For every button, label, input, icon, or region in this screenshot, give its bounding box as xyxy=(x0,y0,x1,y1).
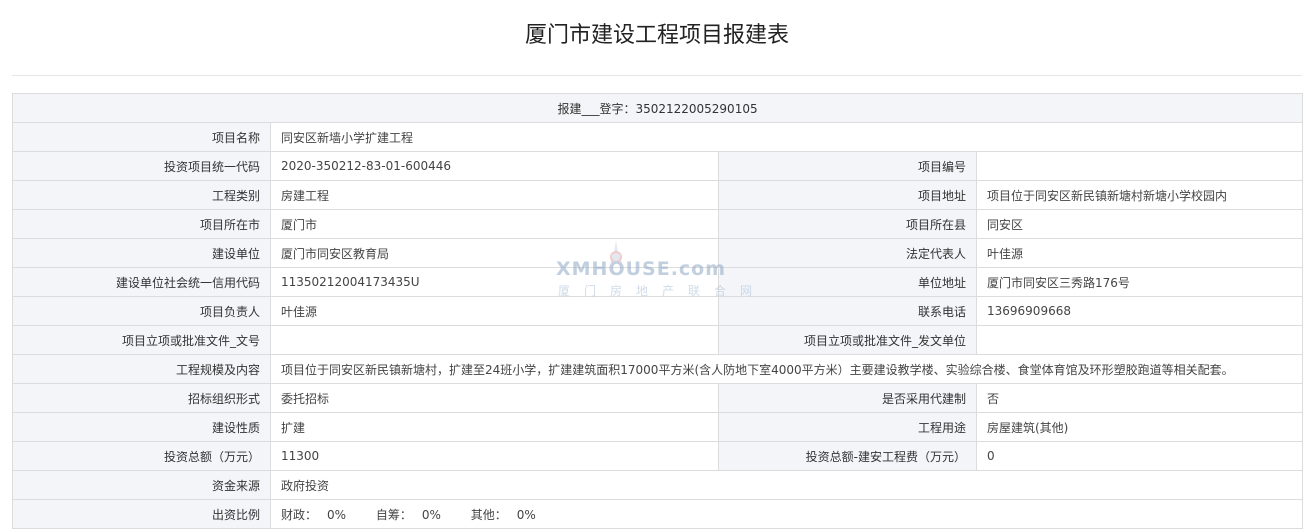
table-row: 项目所在市 厦门市 项目所在县 同安区 xyxy=(12,209,1304,239)
field-label: 单位地址 xyxy=(718,267,977,297)
page-title: 厦门市建设工程项目报建表 xyxy=(524,23,789,48)
ratio-finance: 财政： 0% xyxy=(281,507,347,522)
table-row: 报建___登字：3502122005290105 xyxy=(11,93,1304,123)
nature-value: 扩建 xyxy=(270,412,719,442)
scale-value: 项目位于同安区新民镇新塘村，扩建至24班小学，扩建建筑面积17000平方米(含人… xyxy=(269,354,1304,384)
legal-rep-value: 叶佳源 xyxy=(975,238,1304,268)
approval-issuer-value xyxy=(975,325,1304,355)
credit-code-value: 11350212004173435U xyxy=(270,267,719,297)
bid-form-value: 委托招标 xyxy=(270,383,719,413)
table-row: 工程类别 房建工程 项目地址 项目位于同安区新民镇新塘村新塘小学校园内 xyxy=(12,180,1304,210)
field-label: 建设单位 xyxy=(12,238,271,268)
field-label: 项目编号 xyxy=(718,151,977,181)
approval-doc-no-value xyxy=(270,325,719,355)
funding-ratio-value: 财政： 0% 自筹： 0% 其他： 0% xyxy=(269,499,1304,529)
table-row: 出资比例 财政： 0% 自筹： 0% 其他： 0% xyxy=(12,499,1304,529)
field-label: 联系电话 xyxy=(718,296,977,326)
agent-system-value: 否 xyxy=(975,383,1304,413)
manager-value: 叶佳源 xyxy=(270,296,719,326)
field-label: 工程类别 xyxy=(12,180,271,210)
table-row: 项目负责人 叶佳源 联系电话 13696909668 xyxy=(12,296,1304,326)
project-category-value: 房建工程 xyxy=(270,180,719,210)
project-address-value: 项目位于同安区新民镇新塘村新塘小学校园内 xyxy=(975,180,1304,210)
field-label: 项目名称 xyxy=(12,122,271,152)
county-value: 同安区 xyxy=(975,209,1304,239)
field-label: 建设单位社会统一信用代码 xyxy=(12,267,271,297)
field-label: 项目负责人 xyxy=(12,296,271,326)
table-row: 建设单位 厦门市同安区教育局 法定代表人 叶佳源 xyxy=(12,238,1304,268)
field-label: 工程规模及内容 xyxy=(12,354,271,384)
ratio-other: 其他： 0% xyxy=(470,507,536,522)
project-name-value: 同安区新墙小学扩建工程 xyxy=(269,122,1304,152)
field-label: 工程用途 xyxy=(718,412,977,442)
field-label: 项目所在县 xyxy=(718,209,977,239)
city-value: 厦门市 xyxy=(270,209,719,239)
ratio-self-raised: 自筹： 0% xyxy=(375,507,441,522)
field-label: 建设性质 xyxy=(12,412,271,442)
table-row: 资金来源 政府投资 xyxy=(12,470,1304,500)
registration-form-table: 报建___登字：3502122005290105 项目名称 同安区新墙小学扩建工… xyxy=(11,93,1304,529)
fund-source-value: 政府投资 xyxy=(269,470,1304,500)
phone-value: 13696909668 xyxy=(975,296,1304,326)
registration-number: 报建___登字：3502122005290105 xyxy=(11,93,1304,123)
project-number-value xyxy=(975,151,1304,181)
table-row: 项目立项或批准文件_文号 项目立项或批准文件_发文单位 xyxy=(12,325,1304,355)
table-row: 工程规模及内容 项目位于同安区新民镇新塘村，扩建至24班小学，扩建建筑面积170… xyxy=(12,354,1304,384)
unit-address-value: 厦门市同安区三秀路176号 xyxy=(975,267,1304,297)
investment-code-value: 2020-350212-83-01-600446 xyxy=(270,151,719,181)
field-label: 法定代表人 xyxy=(718,238,977,268)
field-label: 项目地址 xyxy=(718,180,977,210)
table-row: 建设性质 扩建 工程用途 房屋建筑(其他) xyxy=(12,412,1304,442)
total-investment-value: 11300 xyxy=(270,441,719,471)
field-label: 项目所在市 xyxy=(12,209,271,239)
field-label: 投资总额-建安工程费（万元） xyxy=(718,441,977,471)
field-label: 投资项目统一代码 xyxy=(12,151,271,181)
field-label: 投资总额（万元） xyxy=(12,441,271,471)
field-label: 项目立项或批准文件_文号 xyxy=(12,325,271,355)
table-row: 投资项目统一代码 2020-350212-83-01-600446 项目编号 xyxy=(12,151,1304,181)
title-divider xyxy=(12,75,1302,76)
table-row: 投资总额（万元） 11300 投资总额-建安工程费（万元） 0 xyxy=(12,441,1304,471)
table-row: 招标组织形式 委托招标 是否采用代建制 否 xyxy=(12,383,1304,413)
construction-cost-value: 0 xyxy=(975,441,1304,471)
field-label: 出资比例 xyxy=(12,499,271,529)
field-label: 是否采用代建制 xyxy=(718,383,977,413)
field-label: 项目立项或批准文件_发文单位 xyxy=(718,325,977,355)
builder-value: 厦门市同安区教育局 xyxy=(270,238,719,268)
table-row: 建设单位社会统一信用代码 11350212004173435U 单位地址 厦门市… xyxy=(12,267,1304,297)
field-label: 资金来源 xyxy=(12,470,271,500)
field-label: 招标组织形式 xyxy=(12,383,271,413)
usage-value: 房屋建筑(其他) xyxy=(975,412,1304,442)
table-row: 项目名称 同安区新墙小学扩建工程 xyxy=(12,122,1304,152)
